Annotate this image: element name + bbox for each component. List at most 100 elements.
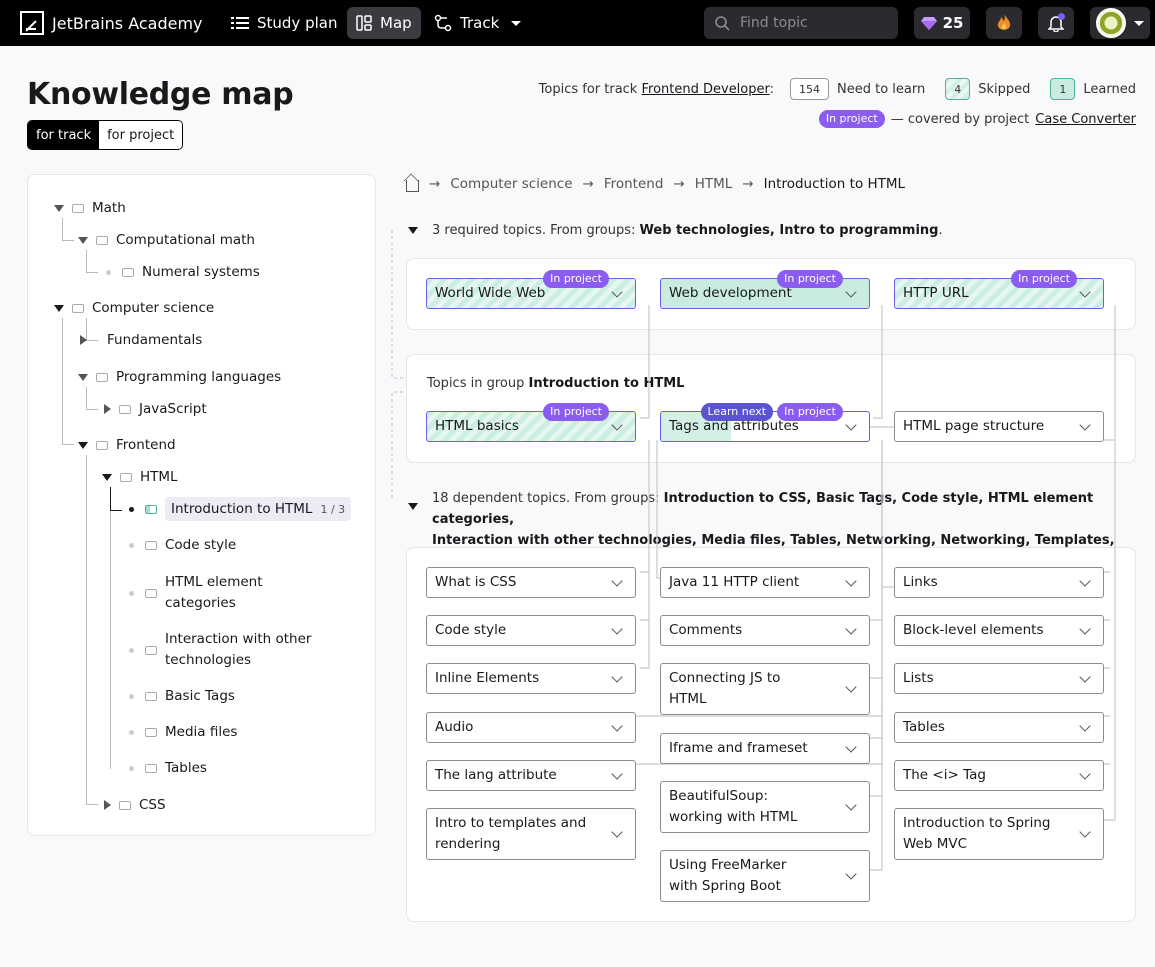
tree-node-html-element-categories[interactable]: HTML element categories (126, 572, 263, 614)
chevron-down-icon[interactable] (1079, 418, 1091, 431)
topic-card-the-lang-attribute[interactable]: The lang attribute (426, 760, 636, 791)
topic-card-the-i-tag[interactable]: The <i> Tag (894, 760, 1104, 791)
skipped-label: Skipped (978, 81, 1031, 97)
streak-button[interactable] (986, 7, 1022, 39)
topic-card-tables[interactable]: Tables (894, 712, 1104, 743)
topic-card-links[interactable]: Links (894, 567, 1104, 598)
topic-card-http-url[interactable]: HTTP URL In project (894, 270, 1104, 309)
tree-node-computational-math[interactable]: Computational math (78, 232, 255, 248)
chevron-down-icon[interactable] (1079, 826, 1091, 838)
toggle-for-track[interactable]: for track (28, 121, 100, 149)
chevron-down-icon[interactable] (1079, 719, 1091, 732)
tree-node-math[interactable]: Math (54, 200, 126, 216)
chevron-down-icon[interactable] (845, 285, 857, 298)
topic-card-code-style[interactable]: Code style (426, 615, 636, 646)
logo[interactable]: JetBrains Academy (20, 11, 203, 35)
chevron-down-icon[interactable] (1079, 285, 1091, 298)
chevron-down-icon[interactable] (845, 622, 857, 635)
chevron-down-icon[interactable] (1079, 670, 1091, 683)
tree-node-computer-science[interactable]: Computer science (54, 300, 214, 316)
chevron-down-icon[interactable] (845, 418, 857, 431)
topic-title: The lang attribute (435, 767, 557, 783)
folder-icon (96, 372, 108, 382)
chevron-down-icon[interactable] (611, 719, 623, 732)
tree-node-numeral-systems[interactable]: Numeral systems (103, 264, 260, 280)
legend-text: — covered by project (890, 111, 1030, 127)
topic-title: Code style (435, 622, 507, 638)
topic-card-beautifulsoup[interactable]: BeautifulSoup: working with HTML (660, 781, 870, 833)
chevron-down-icon[interactable] (611, 574, 623, 587)
tree-node-tables[interactable]: Tables (126, 760, 207, 776)
tree-node-label: Numeral systems (142, 264, 260, 280)
required-topics-header[interactable]: 3 required topics. From groups: Web tech… (408, 220, 943, 241)
tree-node-programming-languages[interactable]: Programming languages (78, 369, 281, 385)
chevron-down-icon[interactable] (1079, 767, 1091, 780)
breadcrumb-item[interactable]: Frontend (604, 176, 664, 192)
chevron-down-icon[interactable] (611, 622, 623, 635)
tree-node-frontend[interactable]: Frontend (78, 437, 176, 453)
search-input[interactable] (740, 15, 880, 31)
tree-node-code-style[interactable]: Code style (126, 537, 236, 553)
topic-card-comments[interactable]: Comments (660, 615, 870, 646)
topic-card-what-is-css[interactable]: What is CSS (426, 567, 636, 598)
notifications-button[interactable] (1038, 7, 1074, 39)
chevron-down-icon[interactable] (845, 574, 857, 587)
topic-card-java-11-http-client[interactable]: Java 11 HTTP client (660, 567, 870, 598)
tree-node-introduction-to-html[interactable]: Introduction to HTML 1 / 3 (126, 497, 352, 521)
tree-node-fundamentals[interactable]: Fundamentals (80, 332, 202, 348)
tree-node-label: Fundamentals (107, 332, 203, 348)
tree-node-interaction-with-other-technologies[interactable]: Interaction with other technologies (126, 629, 311, 671)
breadcrumb-item[interactable]: HTML (695, 176, 733, 192)
collapse-arrow-icon[interactable] (408, 227, 418, 234)
collapse-arrow-icon[interactable] (408, 503, 418, 510)
home-icon[interactable] (406, 179, 419, 192)
group-title: Topics in group Introduction to HTML (427, 376, 684, 391)
chevron-down-icon[interactable] (611, 767, 623, 780)
topic-card-tags-and-attributes[interactable]: Tags and attributes Learn next In projec… (660, 403, 870, 442)
chevron-down-icon[interactable] (845, 740, 857, 753)
chevron-down-icon[interactable] (845, 799, 857, 811)
topic-card-web-development[interactable]: Web development In project (660, 270, 870, 309)
breadcrumb-item[interactable]: Computer science (450, 176, 572, 192)
title-line-1: Connecting JS to (669, 670, 781, 686)
chevron-down-icon[interactable] (845, 681, 857, 693)
gems-button[interactable]: 25 (914, 7, 970, 39)
chevron-down-icon[interactable] (611, 418, 623, 431)
chevron-down-icon[interactable] (611, 826, 623, 838)
tree-node-basic-tags[interactable]: Basic Tags (126, 688, 235, 704)
chevron-down-icon[interactable] (1079, 622, 1091, 635)
topic-title: Audio (435, 719, 474, 735)
chevron-down-icon[interactable] (845, 868, 857, 880)
title-line-1: BeautifulSoup: (669, 788, 769, 804)
search-box[interactable] (704, 7, 898, 39)
nav-map[interactable]: Map (347, 7, 421, 39)
nav-study-plan[interactable]: Study plan (222, 7, 346, 39)
topic-card-lists[interactable]: Lists (894, 663, 1104, 694)
nav-track[interactable]: Track (425, 7, 530, 39)
chevron-down-icon[interactable] (1079, 574, 1091, 587)
topic-card-html-basics[interactable]: HTML basics In project (426, 403, 636, 442)
tree-node-css[interactable]: CSS (104, 797, 166, 813)
tree-node-media-files[interactable]: Media files (126, 724, 237, 740)
topic-card-intro-to-templates[interactable]: Intro to templates and rendering (426, 808, 636, 860)
topic-card-world-wide-web[interactable]: World Wide Web In project (426, 270, 636, 309)
profile-menu[interactable] (1090, 7, 1150, 39)
chevron-down-icon[interactable] (611, 670, 623, 683)
track-link[interactable]: Frontend Developer (641, 82, 769, 97)
topic-card-block-level-elements[interactable]: Block-level elements (894, 615, 1104, 646)
topic-card-using-freemarker[interactable]: Using FreeMarker with Spring Boot (660, 850, 870, 902)
tree-node-javascript[interactable]: JavaScript (104, 401, 207, 417)
topic-card-intro-to-spring-web-mvc[interactable]: Introduction to Spring Web MVC (894, 808, 1104, 860)
chevron-down-icon[interactable] (611, 285, 623, 298)
project-link[interactable]: Case Converter (1035, 112, 1136, 127)
folder-icon (119, 404, 131, 414)
topic-card-audio[interactable]: Audio (426, 712, 636, 743)
topic-card-connecting-js-to-html[interactable]: Connecting JS to HTML (660, 663, 870, 715)
label-line-2: technologies (165, 652, 252, 668)
topic-card-inline-elements[interactable]: Inline Elements (426, 663, 636, 694)
topic-card-html-page-structure[interactable]: HTML page structure (894, 411, 1104, 442)
tree-node-html[interactable]: HTML (102, 469, 178, 485)
topic-card-iframe-and-frameset[interactable]: Iframe and frameset (660, 733, 870, 764)
toggle-for-project[interactable]: for project (99, 121, 183, 149)
topic-title: The <i> Tag (903, 767, 986, 783)
